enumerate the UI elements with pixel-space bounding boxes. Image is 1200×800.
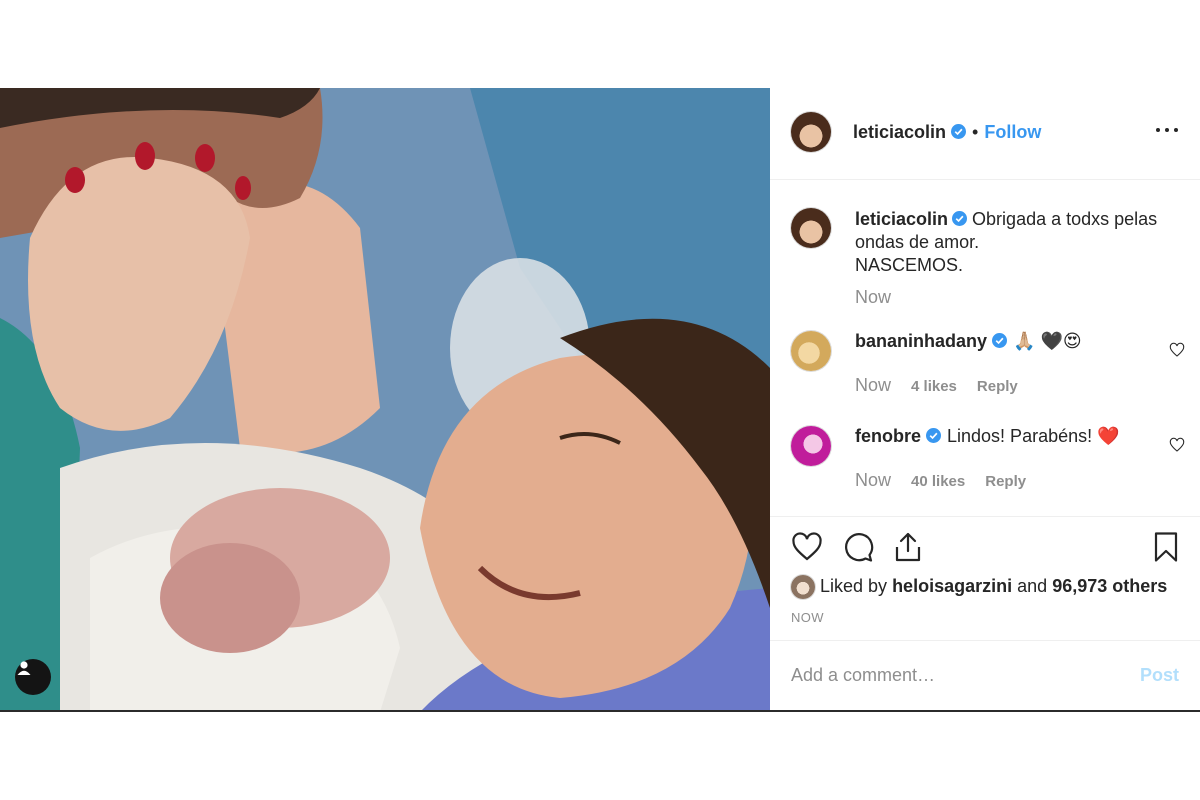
reply-button[interactable]: Reply xyxy=(977,378,1018,395)
comment-time: Now xyxy=(855,375,892,395)
author-line: leticiacolin • Follow xyxy=(853,122,1041,143)
likes-count[interactable]: 96,973 others xyxy=(1052,576,1167,596)
post-timestamp[interactable]: NOW xyxy=(791,610,824,625)
post-header: leticiacolin • Follow xyxy=(770,88,1200,180)
user-tag-icon xyxy=(17,661,31,675)
bookmark-icon[interactable] xyxy=(1150,531,1182,563)
comment-avatar[interactable] xyxy=(791,426,831,466)
verified-icon xyxy=(992,332,1008,348)
verified-icon xyxy=(926,427,942,443)
liked-by-avatar xyxy=(791,575,815,599)
photo-illustration xyxy=(0,88,770,712)
liked-by-username[interactable]: heloisagarzini xyxy=(892,576,1012,596)
caption-time-text: Now xyxy=(855,287,892,307)
comment-like-icon[interactable] xyxy=(1169,437,1185,453)
comment-meta: Now 4 likes Reply xyxy=(855,375,1018,396)
comment-meta: Now 40 likes Reply xyxy=(855,470,1026,491)
caption-username[interactable]: leticiacolin xyxy=(855,209,948,229)
author-avatar[interactable] xyxy=(791,112,831,152)
comment-avatar[interactable] xyxy=(791,331,831,371)
comment-item: bananinhadany 🙏🏼 🖤😍 xyxy=(855,330,1082,353)
comment-like-icon[interactable] xyxy=(1169,342,1185,358)
comment-text: Lindos! Parabéns! ❤️ xyxy=(947,426,1120,446)
caption-author-avatar[interactable] xyxy=(791,208,831,248)
comment-input[interactable]: Add a comment… xyxy=(791,665,1091,686)
likes-and: and xyxy=(1017,576,1048,596)
verified-icon xyxy=(951,124,967,140)
post-comment-button[interactable]: Post xyxy=(1140,665,1179,686)
heart-icon[interactable] xyxy=(791,531,823,563)
more-options-icon[interactable] xyxy=(1156,126,1178,134)
caption: leticiacolin Obrigada a todxs pelas ondas… xyxy=(855,208,1175,277)
comment-likes[interactable]: 4 likes xyxy=(911,378,957,395)
caption-line-2: NASCEMOS. xyxy=(855,255,964,275)
comment-time: Now xyxy=(855,470,892,490)
bottom-divider xyxy=(0,710,1200,712)
caption-time: Now xyxy=(855,287,891,308)
add-comment-bar: Add a comment… Post xyxy=(770,640,1200,713)
comments-section: leticiacolin Obrigada a todxs pelas ondas… xyxy=(770,180,1200,516)
post-photo[interactable] xyxy=(0,88,770,712)
likes-prefix: Liked by xyxy=(820,576,888,596)
share-icon[interactable] xyxy=(892,531,924,563)
comment-icon[interactable] xyxy=(842,531,874,563)
comment-item: fenobre Lindos! Parabéns! ❤️ xyxy=(855,425,1120,448)
follow-button[interactable]: Follow xyxy=(984,122,1041,142)
user-tag-button[interactable] xyxy=(15,659,51,695)
post-side-panel: leticiacolin • Follow leticiacolin Obrigada… xyxy=(770,88,1200,712)
comment-likes[interactable]: 40 likes xyxy=(911,473,965,490)
comment-username[interactable]: bananinhadany xyxy=(855,331,987,351)
verified-icon xyxy=(952,210,968,226)
likes-summary: Liked by heloisagarzini and 96,973 other… xyxy=(820,576,1167,597)
reply-button[interactable]: Reply xyxy=(985,473,1026,490)
author-username[interactable]: leticiacolin xyxy=(853,122,946,142)
dot-separator: • xyxy=(972,122,979,142)
post-actions: Liked by heloisagarzini and 96,973 other… xyxy=(770,516,1200,641)
comment-text: 🙏🏼 🖤😍 xyxy=(1013,331,1082,351)
comment-username[interactable]: fenobre xyxy=(855,426,921,446)
